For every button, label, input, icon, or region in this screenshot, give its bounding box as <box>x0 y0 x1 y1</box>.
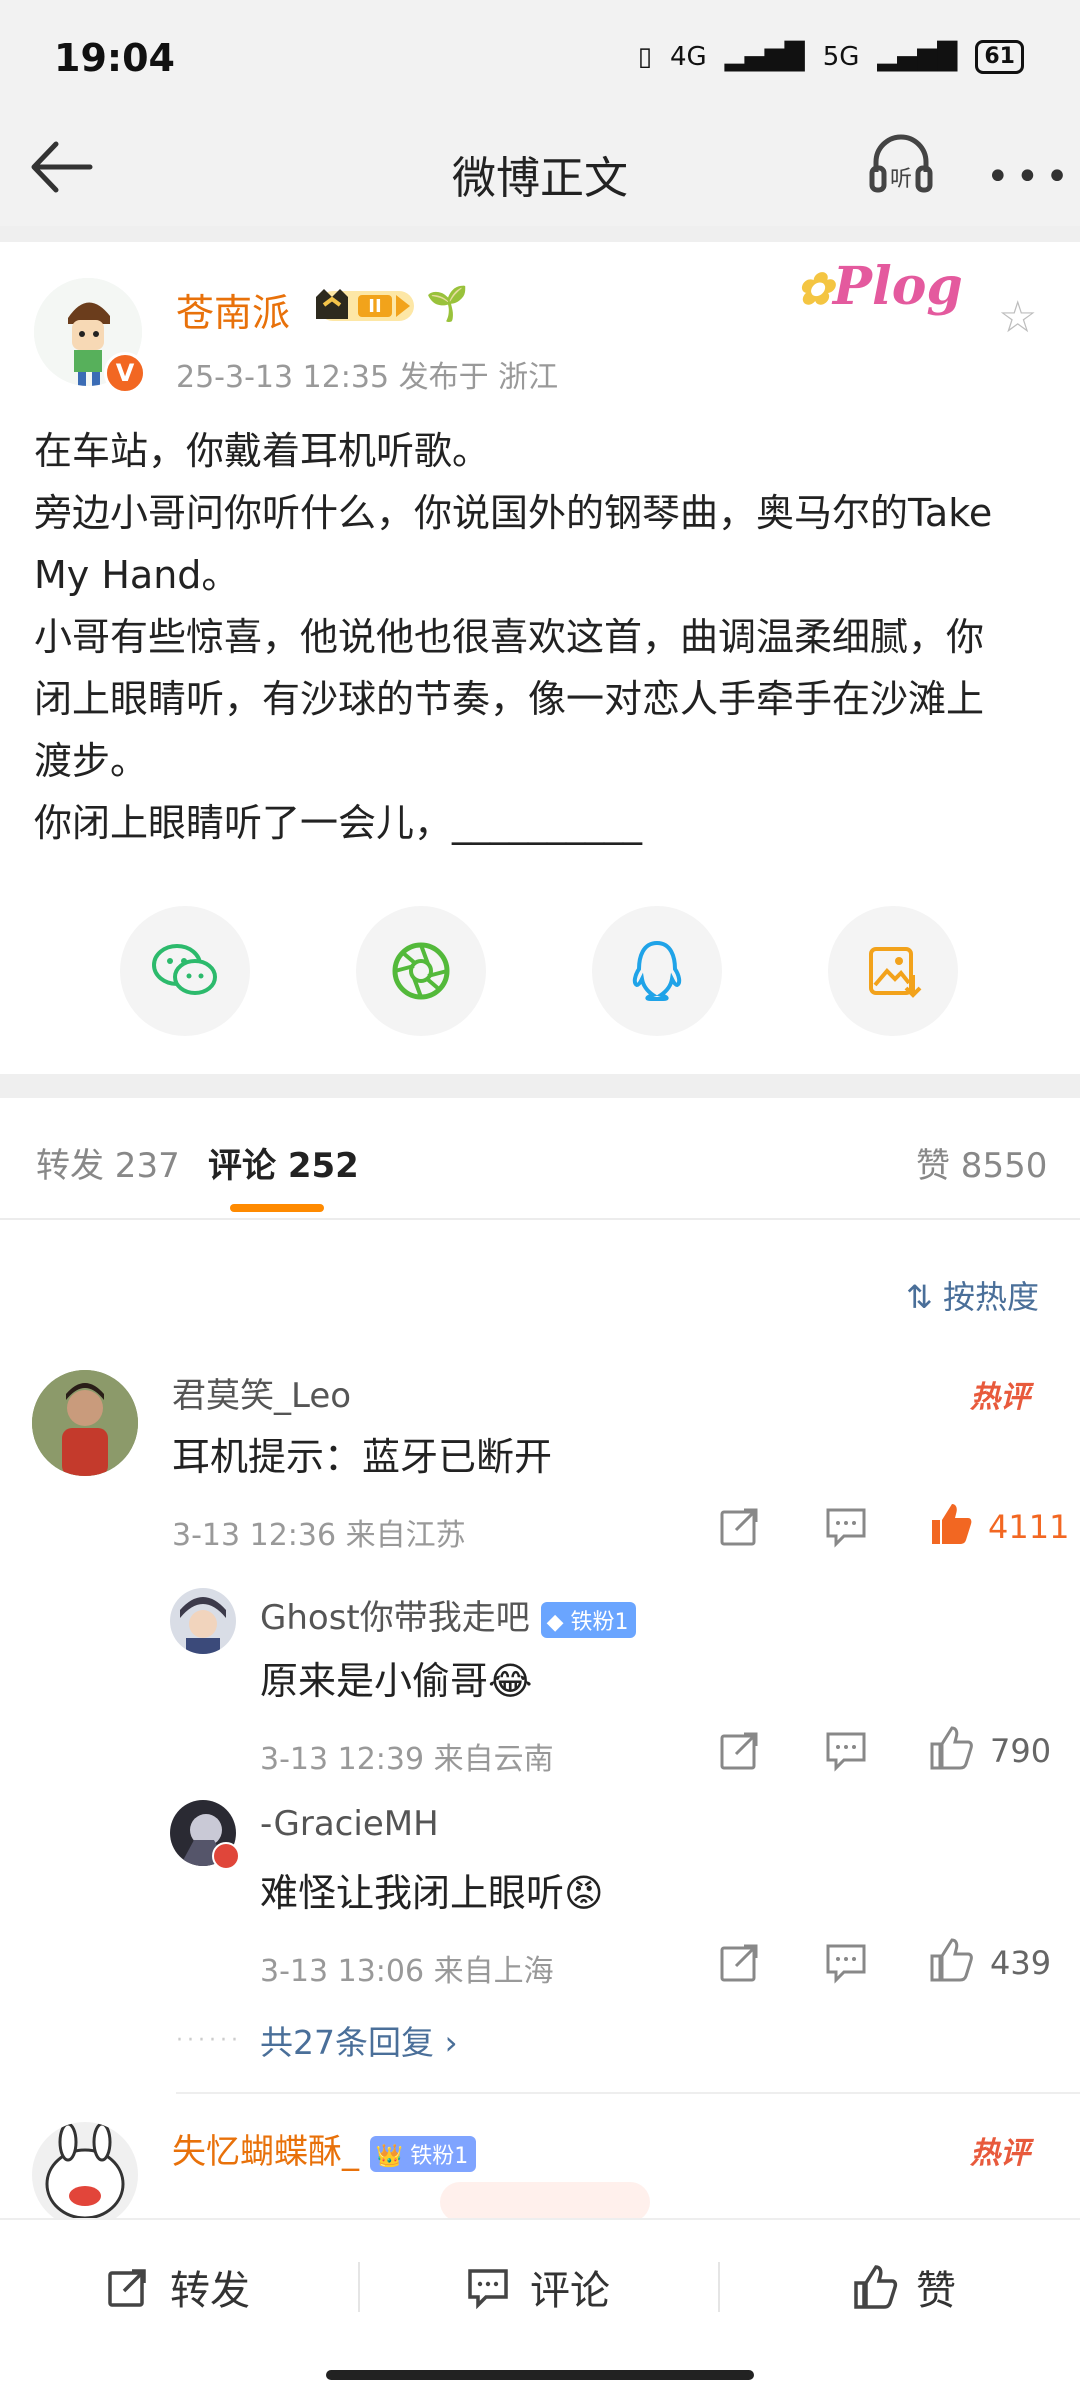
reply-meta: 3-13 12:39 来自云南 <box>260 1742 554 1777</box>
repost-icon[interactable] <box>716 1938 764 1986</box>
sort-label: 按热度 <box>942 1278 1039 1316</box>
fan-badge-label: 铁粉1 <box>410 2143 469 2169</box>
divider <box>176 2092 1080 2094</box>
divider <box>358 2262 360 2312</box>
post-line: 在车站，你戴着耳机听歌。 <box>34 429 491 473</box>
reply-text: 难怪让我闭上眼听😡 <box>260 1871 604 1915</box>
signal-icon-2: ▂▄▆█ <box>877 42 958 72</box>
share-wechat-button[interactable] <box>120 906 250 1036</box>
qq-penguin-icon <box>632 940 682 1001</box>
battery-icon: 61 <box>975 40 1024 74</box>
more-options-icon[interactable]: ••• <box>986 154 1075 200</box>
partial-comment-highlight <box>440 2182 650 2222</box>
comment-icon[interactable] <box>822 1938 870 1986</box>
commenter-avatar[interactable] <box>32 2122 138 2228</box>
tab-repost[interactable]: 转发 237 <box>36 1138 180 1187</box>
post-body: 在车站，你戴着耳机听歌。 旁边小哥问你听什么，你说国外的钢琴曲，奥马尔的Take… <box>34 420 1054 854</box>
repost-icon <box>108 2269 146 2307</box>
repost-icon[interactable] <box>716 1502 764 1550</box>
svg-text:II: II <box>368 296 381 317</box>
commenter-avatar[interactable] <box>32 1370 138 1476</box>
comment-text: 耳机提示：蓝牙已断开 <box>172 1435 553 1479</box>
divider <box>0 1074 1080 1098</box>
member-crown-icon: II <box>316 289 414 321</box>
signal-icon: ▂▄▆█ <box>724 42 805 72</box>
divider <box>0 226 1080 242</box>
commenter-name[interactable]: 失忆蝴蝶酥_ 👑 铁粉1 <box>172 2124 477 2173</box>
author-name[interactable]: 苍南派 <box>176 282 290 337</box>
thumbs-up-icon[interactable] <box>926 1500 974 1548</box>
hot-comment-badge: 热评 <box>970 1380 1030 1415</box>
comment-label: 评论 <box>530 2268 610 2314</box>
divider <box>0 1218 1080 1220</box>
post-line: 小哥有些惊喜，他说他也很喜欢这首，曲调温柔细腻，你 <box>34 615 985 659</box>
replier-name-text: Ghost你带我走吧 <box>260 1598 530 1638</box>
commenter-name[interactable]: 君莫笑_Leo <box>172 1368 351 1417</box>
plog-sticker: ✿Plog <box>796 256 963 317</box>
share-qq-button[interactable] <box>592 906 722 1036</box>
hot-comment-badge: 热评 <box>970 2136 1030 2171</box>
verified-badge-icon: V <box>104 352 146 394</box>
divider <box>718 2262 720 2312</box>
post-line: 旁边小哥问你听什么，你说国外的钢琴曲，奥马尔的Take <box>34 491 993 535</box>
replier-avatar[interactable] <box>170 1588 236 1654</box>
post-meta: 25-3-13 12:35 发布于 浙江 <box>176 360 559 395</box>
commenter-name-text: 失忆蝴蝶酥_ <box>172 2132 359 2172</box>
dotted-leader: ······ <box>176 2028 242 2053</box>
like-button[interactable]: 赞 <box>850 2258 956 2316</box>
plog-sticker-text: Plog <box>832 256 963 317</box>
like-label: 赞 <box>916 2268 956 2314</box>
status-time: 19:04 <box>54 36 175 80</box>
thumbs-up-icon <box>854 2265 898 2309</box>
network-5g: 5G <box>822 42 860 72</box>
comment-button[interactable]: 评论 <box>464 2258 610 2316</box>
headphones-listen-icon[interactable]: 听 <box>866 128 936 198</box>
moments-aperture-icon <box>392 942 450 1000</box>
home-indicator[interactable] <box>326 2370 754 2380</box>
post-line: 闭上眼睛听，有沙球的节奏，像一对恋人手牵手在沙滩上 <box>34 677 985 721</box>
fan-badge-label: 铁粉1 <box>570 1609 629 1635</box>
like-count: 439 <box>990 1944 1052 1982</box>
sprout-icon: 🌱 <box>426 284 469 324</box>
favorite-star-icon[interactable]: ☆ <box>998 292 1037 343</box>
svg-text:听: 听 <box>890 167 912 192</box>
network-4g: 4G <box>670 42 707 72</box>
thumbs-up-icon[interactable] <box>926 1936 974 1984</box>
like-count: 4111 <box>988 1508 1070 1546</box>
replier-name[interactable]: -GracieMH <box>260 1804 439 1844</box>
post-line: 渡步。 <box>34 739 149 783</box>
comment-icon[interactable] <box>822 1726 870 1774</box>
comment-icon[interactable] <box>822 1502 870 1550</box>
repost-button[interactable]: 转发 <box>104 2258 250 2316</box>
sort-by-hot-button[interactable]: ⇅ 按热度 <box>906 1272 1039 1318</box>
view-more-replies-link[interactable]: 共27条回复 › <box>260 2016 458 2064</box>
share-moments-button[interactable] <box>356 906 486 1036</box>
iron-fan-badge: ◆ 铁粉1 <box>540 1601 637 1638</box>
status-icons: ▯ 4G ▂▄▆█ 5G ▂▄▆█ 61 <box>638 40 1024 74</box>
save-image-button[interactable] <box>828 906 958 1036</box>
comment-meta: 3-13 12:36 来自江苏 <box>172 1518 466 1553</box>
repost-icon[interactable] <box>716 1726 764 1774</box>
post-line: My Hand。 <box>34 553 240 597</box>
vibrate-icon: ▯ <box>637 42 652 72</box>
badge-icon <box>212 1842 240 1870</box>
thumbs-up-icon[interactable] <box>926 1724 974 1772</box>
tab-like[interactable]: 赞 8550 <box>916 1138 1047 1187</box>
replier-name[interactable]: Ghost你带我走吧 ◆ 铁粉1 <box>260 1590 637 1639</box>
like-count: 790 <box>990 1732 1052 1770</box>
flower-icon: ✿ <box>796 264 833 315</box>
repost-label: 转发 <box>170 2268 250 2314</box>
iron-fan-badge: 👑 铁粉1 <box>369 2135 477 2172</box>
reply-meta: 3-13 13:06 来自上海 <box>260 1954 554 1989</box>
comment-icon <box>468 2269 508 2310</box>
reply-text: 原来是小偷哥😂 <box>260 1659 533 1703</box>
image-download-icon <box>869 947 922 998</box>
active-tab-indicator <box>230 1204 324 1212</box>
wechat-icon <box>152 944 217 995</box>
sort-icon: ⇅ <box>906 1278 933 1316</box>
post-line: 你闭上眼睛听了一会儿，__________ <box>34 801 643 845</box>
tab-comment[interactable]: 评论 252 <box>208 1138 359 1187</box>
